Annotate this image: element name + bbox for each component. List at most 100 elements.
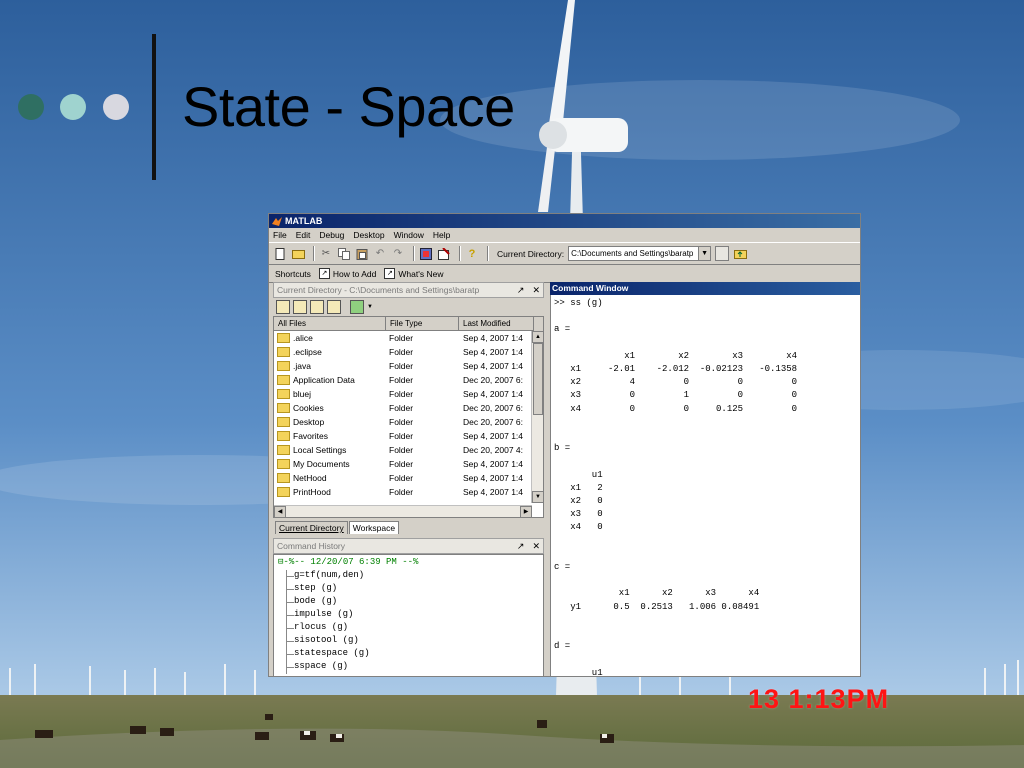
- history-item[interactable]: impulse (g): [274, 609, 543, 622]
- table-row[interactable]: Application Data Folder Dec 20, 2007 6:: [274, 373, 543, 387]
- redo-icon[interactable]: ↷: [391, 247, 405, 261]
- menu-file[interactable]: File: [273, 230, 287, 240]
- file-name: Desktop: [293, 417, 325, 427]
- table-row[interactable]: NetHood Folder Sep 4, 2007 1:4: [274, 471, 543, 485]
- left-pane: Current Directory - C:\Documents and Set…: [273, 282, 544, 676]
- command-window-panel: Command Window >> ss (g) a = x1 x2 x3 x4…: [550, 282, 860, 676]
- close-icon[interactable]: ✕: [532, 285, 540, 295]
- guide-icon[interactable]: [437, 247, 451, 261]
- history-item[interactable]: statespace (g): [274, 648, 543, 661]
- undo-icon[interactable]: ↶: [373, 247, 387, 261]
- table-row[interactable]: bluej Folder Sep 4, 2007 1:4: [274, 387, 543, 401]
- file-modified: Sep 4, 2007 1:4: [463, 361, 524, 371]
- table-row[interactable]: Desktop Folder Dec 20, 2007 6:: [274, 415, 543, 429]
- tab-current-directory[interactable]: Current Directory: [275, 521, 348, 534]
- file-modified: Sep 4, 2007 1:4: [463, 459, 524, 469]
- file-list-vertical-scrollbar[interactable]: ▲ ▼: [531, 331, 544, 503]
- menu-help[interactable]: Help: [433, 230, 450, 240]
- table-row[interactable]: PrintHood Folder Sep 4, 2007 1:4: [274, 485, 543, 499]
- file-name: .alice: [293, 333, 313, 343]
- file-name: bluej: [293, 389, 311, 399]
- scroll-right-icon[interactable]: ▶: [520, 506, 532, 518]
- tab-workspace[interactable]: Workspace: [348, 521, 400, 534]
- how-to-add-link[interactable]: How to Add: [333, 269, 376, 279]
- history-item[interactable]: step (g): [274, 583, 543, 596]
- menu-debug[interactable]: Debug: [319, 230, 344, 240]
- copy-icon[interactable]: [337, 247, 351, 261]
- file-list-horizontal-scrollbar[interactable]: ◀ ▶: [274, 505, 532, 518]
- file-modified: Dec 20, 2007 6:: [463, 417, 524, 427]
- open-folder-icon[interactable]: [291, 247, 305, 261]
- current-directory-panel-header: Current Directory - C:\Documents and Set…: [273, 282, 544, 298]
- window-titlebar[interactable]: MATLAB: [269, 214, 860, 228]
- history-session-header[interactable]: ⊟-%-- 12/20/07 6:39 PM --%: [274, 557, 543, 570]
- toolbar-separator: [459, 246, 461, 261]
- file-type: Folder: [389, 403, 414, 413]
- file-type: Folder: [389, 459, 414, 469]
- matlab-logo-icon: [272, 217, 282, 226]
- table-row[interactable]: .java Folder Sep 4, 2007 1:4: [274, 359, 543, 373]
- command-window-output[interactable]: >> ss (g) a = x1 x2 x3 x4 x1 -2.01 -2.01…: [550, 295, 860, 676]
- slide-title: State - Space: [182, 75, 515, 138]
- scroll-up-icon[interactable]: ▲: [532, 331, 544, 343]
- scroll-down-icon[interactable]: ▼: [532, 491, 544, 503]
- table-row[interactable]: .eclipse Folder Sep 4, 2007 1:4: [274, 345, 543, 359]
- file-name: PrintHood: [293, 487, 331, 497]
- cut-icon[interactable]: ✂: [319, 247, 333, 261]
- bullet-dot-3: [103, 94, 129, 120]
- close-icon[interactable]: ✕: [532, 541, 540, 551]
- table-row[interactable]: .alice Folder Sep 4, 2007 1:4: [274, 331, 543, 345]
- column-all-files[interactable]: All Files: [274, 317, 386, 331]
- file-type: Folder: [389, 375, 414, 385]
- run-report-icon[interactable]: [350, 300, 364, 314]
- scroll-thumb[interactable]: [533, 343, 543, 415]
- report-icon[interactable]: [327, 300, 341, 314]
- up-folder-icon[interactable]: [276, 300, 290, 314]
- history-item[interactable]: g=tf(num,den): [274, 570, 543, 583]
- menu-edit[interactable]: Edit: [296, 230, 311, 240]
- new-folder-icon[interactable]: [293, 300, 307, 314]
- menu-desktop[interactable]: Desktop: [353, 230, 384, 240]
- column-file-type[interactable]: File Type: [386, 317, 459, 331]
- table-row[interactable]: Favorites Folder Sep 4, 2007 1:4: [274, 429, 543, 443]
- simulink-icon[interactable]: [419, 247, 433, 261]
- file-name: Favorites: [293, 431, 328, 441]
- history-item[interactable]: rlocus (g): [274, 622, 543, 635]
- shortcut-icon: ↗: [384, 268, 396, 279]
- matlab-window: MATLAB File Edit Debug Desktop Window He…: [268, 213, 861, 677]
- file-name: Application Data: [293, 375, 355, 385]
- history-item[interactable]: sisotool (g): [274, 635, 543, 648]
- file-rows: .alice Folder Sep 4, 2007 1:4 .eclipse Fold…: [274, 331, 543, 499]
- undock-icon[interactable]: ↗: [517, 285, 525, 295]
- file-type: Folder: [389, 431, 414, 441]
- table-row[interactable]: Local Settings Folder Dec 20, 2007 4:: [274, 443, 543, 457]
- menu-window[interactable]: Window: [394, 230, 424, 240]
- command-history-title: Command History: [277, 541, 346, 551]
- directory-dropdown-icon[interactable]: ▼: [699, 246, 712, 261]
- folder-icon: [277, 417, 290, 427]
- chevron-down-icon[interactable]: ▼: [367, 304, 373, 310]
- file-name: My Documents: [293, 459, 350, 469]
- history-item[interactable]: sspace (g): [274, 661, 543, 674]
- new-file-icon[interactable]: [273, 247, 287, 261]
- undock-icon[interactable]: ↗: [517, 541, 525, 551]
- history-item[interactable]: bode (g): [274, 596, 543, 609]
- table-row[interactable]: Cookies Folder Dec 20, 2007 6:: [274, 401, 543, 415]
- help-icon[interactable]: ?: [465, 247, 479, 261]
- column-last-modified[interactable]: Last Modified: [459, 317, 534, 331]
- table-row[interactable]: My Documents Folder Sep 4, 2007 1:4: [274, 457, 543, 471]
- current-directory-field[interactable]: C:\Documents and Settings\baratp: [568, 246, 700, 261]
- whats-new-link[interactable]: What's New: [398, 269, 443, 279]
- file-modified: Dec 20, 2007 6:: [463, 375, 524, 385]
- browse-directory-button[interactable]: [715, 246, 730, 261]
- file-modified: Sep 4, 2007 1:4: [463, 431, 524, 441]
- scroll-left-icon[interactable]: ◀: [274, 506, 286, 518]
- find-files-icon[interactable]: [310, 300, 324, 314]
- file-modified: Sep 4, 2007 1:4: [463, 389, 524, 399]
- paste-icon[interactable]: [355, 247, 369, 261]
- folder-icon: [277, 403, 290, 413]
- file-name: Cookies: [293, 403, 324, 413]
- file-type: Folder: [389, 473, 414, 483]
- toolbar-separator: [413, 246, 415, 261]
- up-folder-icon[interactable]: [733, 247, 747, 261]
